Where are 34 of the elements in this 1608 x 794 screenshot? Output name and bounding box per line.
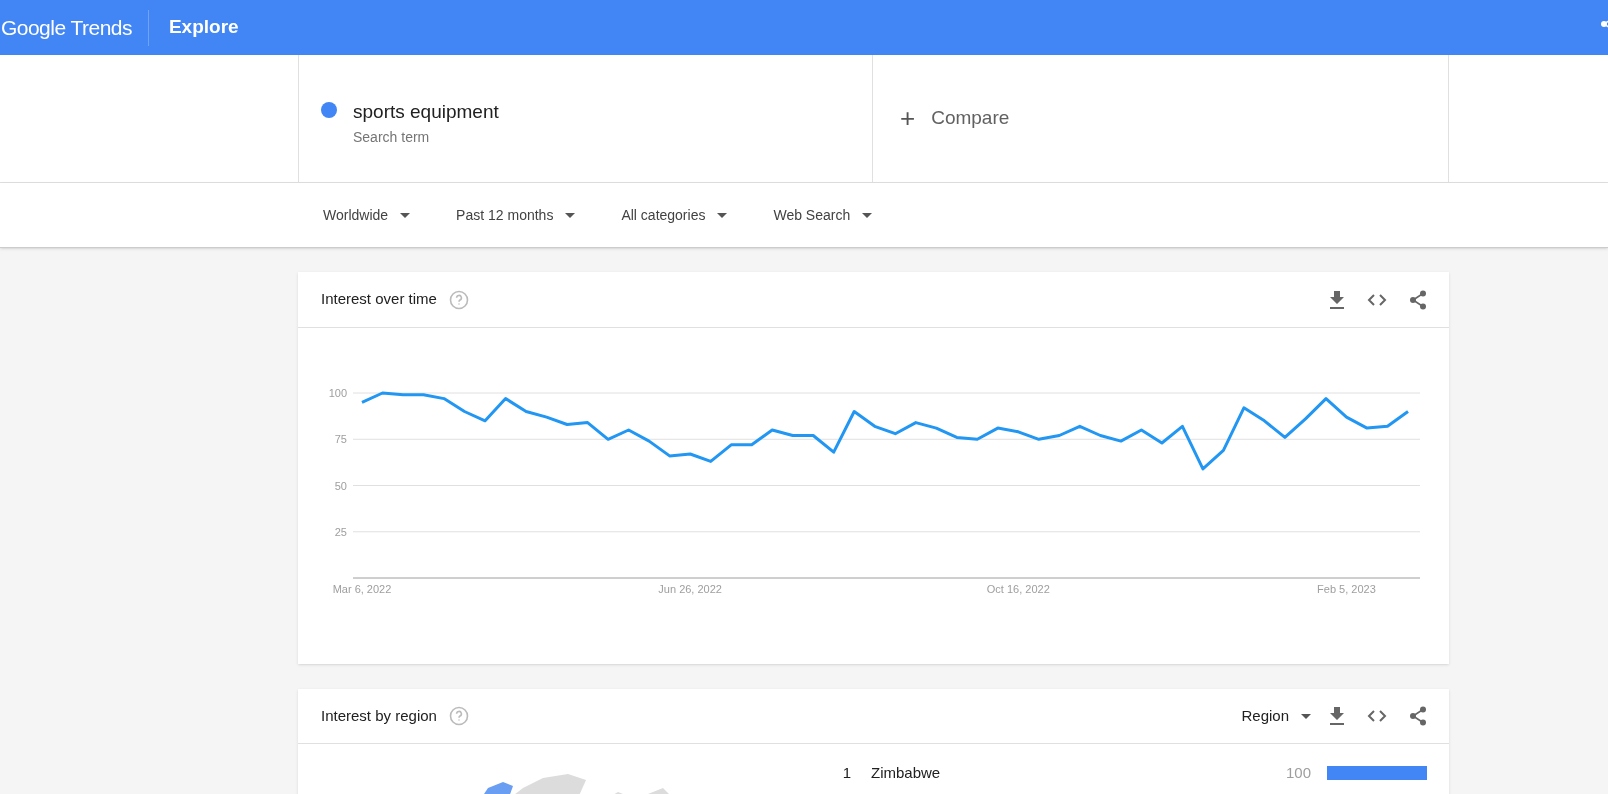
- caret-icon: [717, 212, 728, 218]
- download-icon[interactable]: [1329, 707, 1345, 725]
- logo[interactable]: Google Trends: [0, 11, 148, 44]
- caret-icon: [565, 212, 576, 218]
- page-title: Explore: [168, 15, 239, 40]
- caret-icon: [862, 212, 873, 218]
- compare-button[interactable]: + Compare: [873, 55, 1449, 182]
- term-subtitle: Search term: [353, 127, 431, 147]
- region-dropdown[interactable]: Region: [1241, 704, 1311, 728]
- filter-dropdown[interactable]: Worldwide: [323, 204, 411, 226]
- share-icon[interactable]: [1409, 706, 1427, 726]
- embed-icon[interactable]: [1367, 709, 1387, 723]
- card-title: Interest by region: [321, 705, 437, 726]
- x-tick-label: Mar 6, 2022: [332, 583, 392, 595]
- embed-icon[interactable]: [1367, 292, 1387, 307]
- rank-number: 1: [841, 762, 851, 783]
- caret-icon: [1301, 713, 1311, 719]
- filter-dropdown[interactable]: Web Search: [773, 204, 873, 226]
- share-icon[interactable]: [1409, 289, 1427, 310]
- x-tick-label: Oct 16, 2022: [986, 583, 1050, 595]
- filter-dropdown[interactable]: Past 12 months: [456, 204, 576, 226]
- download-icon[interactable]: [1329, 290, 1345, 309]
- x-tick-label: Jun 26, 2022: [658, 583, 722, 595]
- filter-dropdown[interactable]: All categories: [621, 204, 728, 226]
- y-tick-label: 75: [334, 433, 347, 446]
- region-value: 100: [1285, 762, 1311, 783]
- x-tick-label: Feb 5, 2023: [1317, 583, 1376, 595]
- y-tick-label: 25: [334, 525, 347, 538]
- caret-icon: [400, 212, 411, 218]
- region-name[interactable]: Zimbabwe: [871, 761, 941, 785]
- y-tick-label: 50: [334, 479, 347, 492]
- y-tick-label: 100: [328, 387, 347, 399]
- card-title: Interest over time: [321, 289, 437, 310]
- search-term[interactable]: sports equipment: [353, 98, 499, 127]
